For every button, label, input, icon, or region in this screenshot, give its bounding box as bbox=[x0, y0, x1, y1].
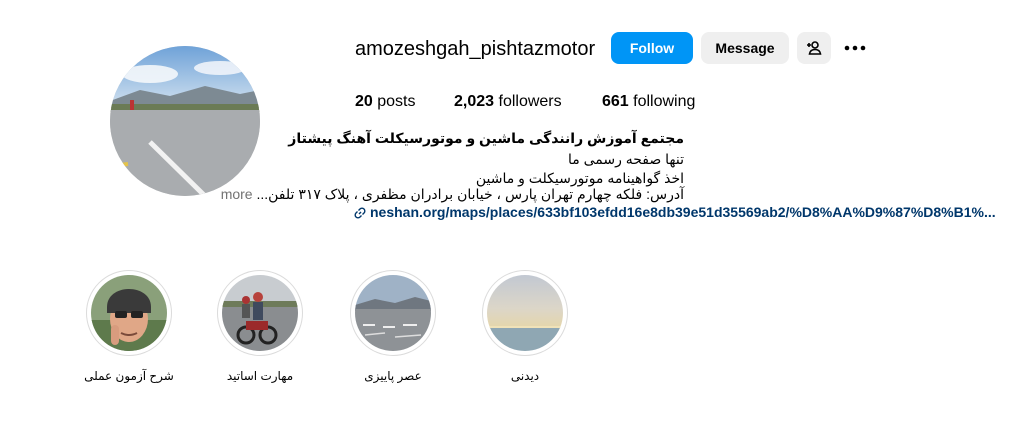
bio-link-text: neshan.org/maps/places/633bf103efdd16e8d… bbox=[370, 204, 996, 220]
bio-address-text: آدرس: فلکه چهارم تهران پارس ، خیابان برا… bbox=[256, 186, 684, 202]
avatar-image bbox=[110, 46, 260, 196]
highlight-label: عصر پاییزی bbox=[364, 369, 422, 383]
bio-name: مجتمع آموزش رانندگی ماشین و موتورسیکلت آ… bbox=[288, 130, 684, 146]
posts-number: 20 bbox=[355, 93, 373, 110]
following-link[interactable]: 661 following bbox=[602, 93, 695, 111]
posts-label: posts bbox=[372, 93, 416, 110]
following-label: following bbox=[628, 93, 696, 110]
message-button[interactable]: Message bbox=[701, 32, 789, 64]
more-options-icon bbox=[844, 45, 866, 51]
bio-more-link[interactable]: more bbox=[221, 186, 257, 202]
highlight-item[interactable]: دیدنی bbox=[470, 270, 580, 383]
highlight-item[interactable]: شرح آزمون عملی bbox=[74, 270, 184, 383]
follow-button[interactable]: Follow bbox=[611, 32, 693, 64]
more-options-button[interactable] bbox=[840, 32, 870, 64]
highlight-ring bbox=[350, 270, 436, 356]
highlight-ring bbox=[217, 270, 303, 356]
highlight-ring bbox=[482, 270, 568, 356]
link-icon bbox=[354, 207, 366, 219]
highlight-cover bbox=[355, 275, 431, 351]
highlight-cover bbox=[487, 275, 563, 351]
bio-line: تنها صفحه رسمی ما bbox=[567, 151, 684, 167]
followers-label: followers bbox=[494, 93, 562, 110]
highlight-item[interactable]: عصر پاییزی bbox=[338, 270, 448, 383]
add-person-icon bbox=[807, 41, 822, 55]
bio-address: آدرس: فلکه چهارم تهران پارس ، خیابان برا… bbox=[221, 186, 684, 203]
suggested-accounts-button[interactable] bbox=[797, 32, 831, 64]
profile-username: amozeshgah_pishtazmotor bbox=[355, 38, 596, 60]
highlight-item[interactable]: مهارت اساتید bbox=[205, 270, 315, 383]
profile-avatar[interactable] bbox=[110, 46, 260, 196]
posts-count: 20 posts bbox=[355, 93, 415, 111]
highlight-cover bbox=[222, 275, 298, 351]
highlight-cover bbox=[91, 275, 167, 351]
bio-line: اخذ گواهینامه موتورسیکلت و ماشین bbox=[475, 170, 684, 186]
highlight-ring bbox=[86, 270, 172, 356]
followers-link[interactable]: 2,023 followers bbox=[454, 93, 562, 111]
bio-external-link[interactable]: neshan.org/maps/places/633bf103efdd16e8d… bbox=[354, 204, 996, 220]
highlight-label: شرح آزمون عملی bbox=[84, 369, 174, 383]
highlight-label: مهارت اساتید bbox=[226, 369, 294, 383]
following-number: 661 bbox=[602, 93, 629, 110]
followers-number: 2,023 bbox=[454, 93, 495, 110]
highlight-label: دیدنی bbox=[510, 369, 540, 383]
